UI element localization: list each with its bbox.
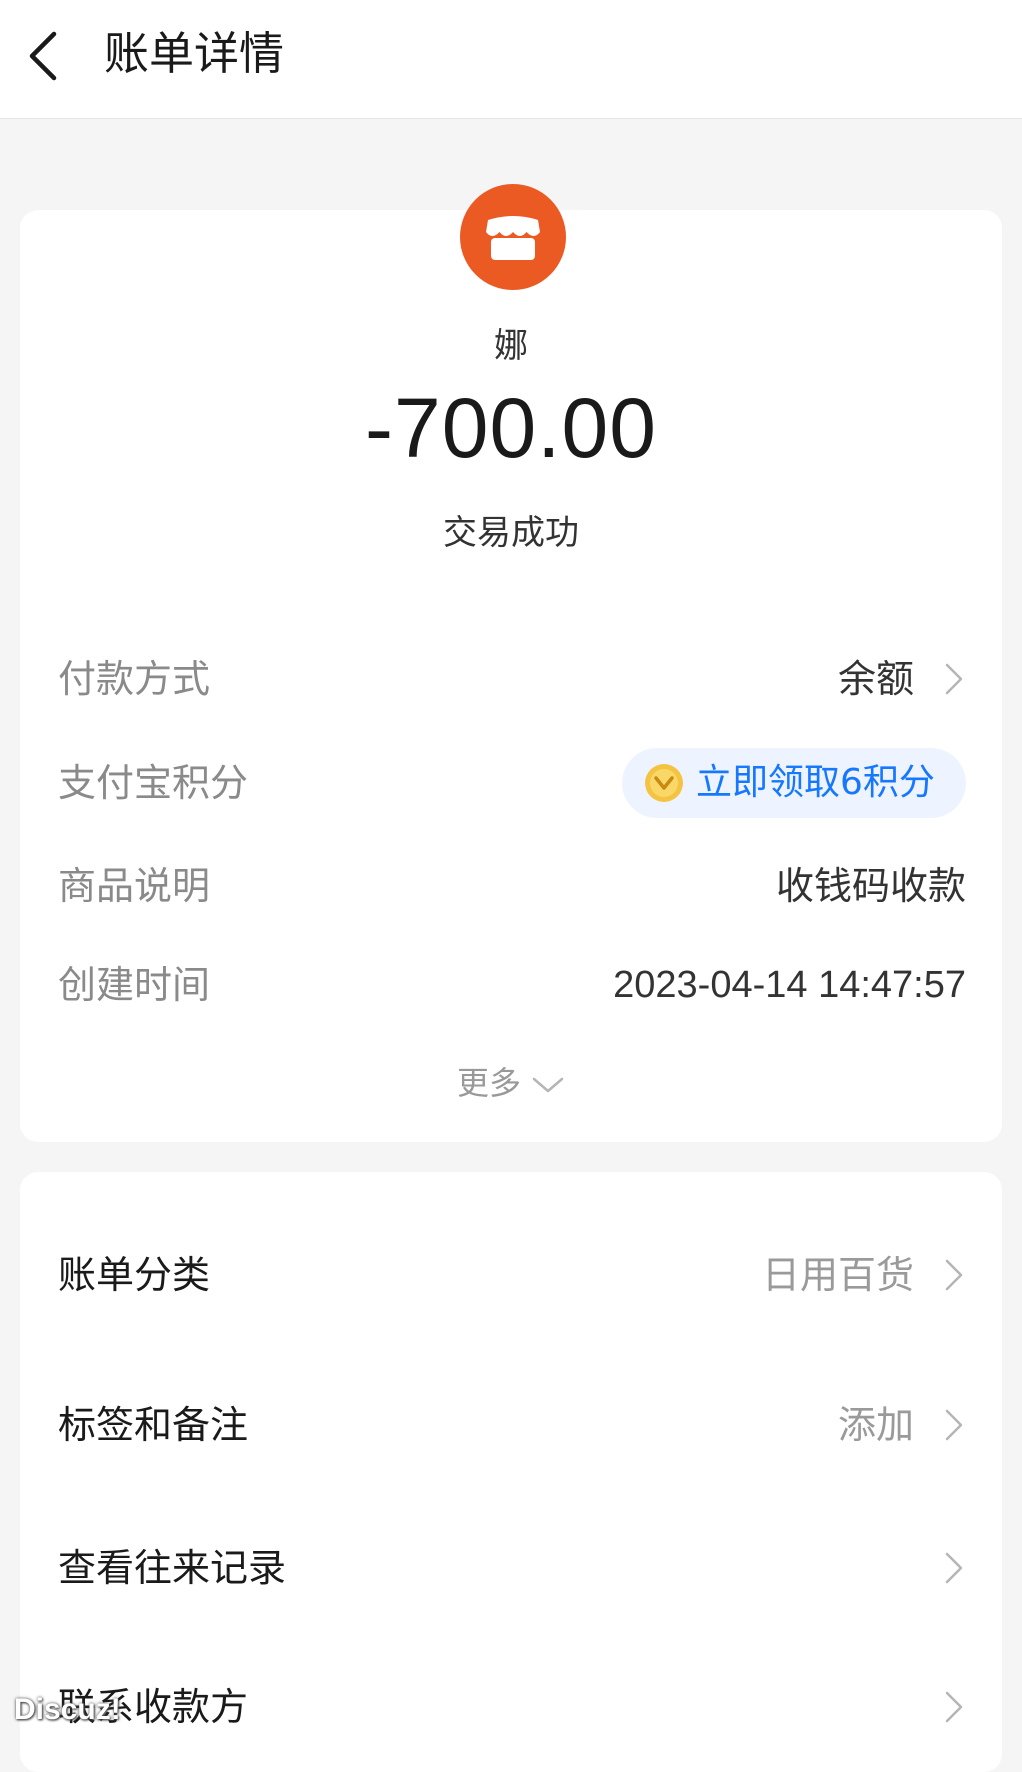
chevron-right-icon <box>945 663 963 695</box>
actions-card: 账单分类 日用百货 标签和备注 添加 查看往来记录 联系收款方 <box>20 1172 1002 1772</box>
created-time-value: 2023-04-14 14:47:57 <box>613 964 966 1006</box>
transaction-status: 交易成功 <box>443 513 579 553</box>
points-coin-icon <box>645 764 683 802</box>
product-description-label: 商品说明 <box>58 864 211 908</box>
transaction-card: 娜 -700.00 交易成功 付款方式 余额 支付宝积分 立即领取6积分 商品说… <box>20 184 1002 1142</box>
chevron-down-icon <box>532 1077 564 1093</box>
more-toggle[interactable]: 更多 <box>20 1058 1002 1108</box>
watermark: Discuz! <box>14 1693 121 1726</box>
bill-category-label: 账单分类 <box>58 1253 211 1297</box>
product-description-value: 收钱码收款 <box>775 864 966 908</box>
contact-payee-row[interactable]: 联系收款方 <box>58 1672 966 1742</box>
bill-category-row[interactable]: 账单分类 日用百货 <box>58 1240 966 1310</box>
product-description-row: 商品说明 收钱码收款 <box>58 851 966 921</box>
tags-notes-label: 标签和备注 <box>58 1403 249 1447</box>
view-history-row[interactable]: 查看往来记录 <box>58 1533 966 1603</box>
merchant-name: 娜 <box>494 326 528 366</box>
alipay-points-row: 支付宝积分 立即领取6积分 <box>58 748 966 818</box>
page-title: 账单详情 <box>104 27 285 80</box>
created-time-label: 创建时间 <box>58 963 211 1007</box>
chevron-right-icon <box>945 1259 963 1291</box>
claim-points-button[interactable]: 立即领取6积分 <box>622 748 966 818</box>
claim-points-text: 立即领取6积分 <box>696 762 935 803</box>
chevron-right-icon <box>945 1409 963 1441</box>
payment-method-value: 余额 <box>837 657 914 701</box>
view-history-label: 查看往来记录 <box>58 1546 287 1590</box>
created-time-row: 创建时间 2023-04-14 14:47:57 <box>58 950 966 1020</box>
tags-notes-value: 添加 <box>837 1403 914 1447</box>
payment-method-label: 付款方式 <box>58 657 211 701</box>
transaction-amount: -700.00 <box>365 381 657 475</box>
chevron-right-icon <box>945 1691 963 1723</box>
back-arrow-icon[interactable] <box>26 28 62 84</box>
alipay-points-label: 支付宝积分 <box>58 761 249 805</box>
tags-notes-row[interactable]: 标签和备注 添加 <box>58 1390 966 1460</box>
more-label: 更多 <box>456 1064 521 1102</box>
payment-method-row[interactable]: 付款方式 余额 <box>58 644 966 714</box>
shop-icon <box>460 184 566 290</box>
top-bar: 账单详情 <box>0 0 1022 119</box>
chevron-right-icon <box>945 1552 963 1584</box>
bill-category-value: 日用百货 <box>761 1253 914 1297</box>
